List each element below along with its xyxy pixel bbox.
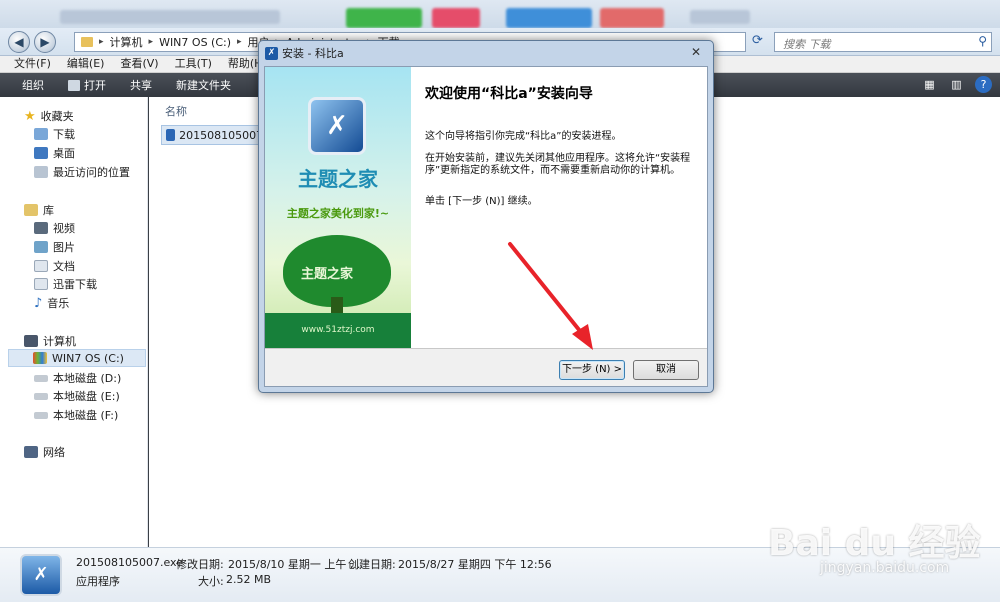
- menu-item-tools[interactable]: 工具(T): [175, 56, 212, 72]
- nav-label: 库: [43, 204, 54, 217]
- banner-slogan: 主题之家美化到家!~: [286, 207, 390, 220]
- details-created-label: 创建日期:: [348, 558, 396, 571]
- open-label: 打开: [84, 79, 106, 92]
- cancel-button[interactable]: 取消: [633, 360, 699, 380]
- organize-button[interactable]: 组织: [22, 77, 44, 93]
- preview-pane-icon[interactable]: ▥: [948, 76, 965, 93]
- new-folder-button[interactable]: 新建文件夹: [176, 77, 231, 93]
- details-size-value: 2.52 MB: [226, 573, 272, 586]
- recent-places-icon: [34, 166, 48, 178]
- breadcrumb-separator: ▸: [148, 37, 154, 47]
- details-size-label: 大小:: [198, 575, 224, 588]
- dialog-body: ✗ 主题之家 主题之家美化到家!~ 主题之家 www.51ztzj.com 欢迎…: [264, 66, 708, 387]
- wizard-paragraph: 这个向导将指引你完成“科比a”的安装进程。: [425, 131, 622, 142]
- hard-drive-icon: [34, 411, 48, 419]
- dialog-title-bar: ✗ 安装 - 科比a: [265, 44, 344, 62]
- forward-button[interactable]: ▶: [34, 31, 56, 53]
- menu-item-view[interactable]: 查看(V): [120, 56, 158, 72]
- breadcrumb-item[interactable]: 计算机: [110, 34, 143, 50]
- details-modified-value: 2015/8/10 星期一 上午 ...: [228, 558, 361, 571]
- thunder-download-icon: [34, 278, 48, 290]
- nav-label: 本地磁盘 (F:): [53, 409, 119, 422]
- nav-label: WIN7 OS (C:): [52, 351, 124, 365]
- network-icon: [24, 446, 38, 458]
- music-icon: ♪: [34, 295, 43, 311]
- windows-drive-icon: [33, 352, 47, 364]
- nav-label: 文档: [53, 260, 75, 273]
- wizard-content: 欢迎使用“科比a”安装向导 这个向导将指引你完成“科比a”的安装进程。 在开始安…: [411, 67, 707, 348]
- help-icon[interactable]: ?: [975, 76, 992, 93]
- star-icon: ★: [24, 108, 36, 124]
- search-placeholder: 搜索 下载: [783, 38, 831, 51]
- app-logo-icon: ✗: [308, 97, 366, 155]
- nav-label: 最近访问的位置: [53, 166, 130, 179]
- open-icon: [68, 79, 80, 91]
- dialog-divider: [265, 348, 707, 349]
- watermark-logo: Bai du 经验: [768, 523, 981, 564]
- picture-icon: [34, 241, 48, 253]
- toolbar-right: ▦ ▥ ?: [921, 76, 992, 93]
- search-input[interactable]: 搜索 下载 ⚲: [774, 32, 992, 52]
- wizard-paragraph: 在开始安装前，建议先关闭其他应用程序。这将允许“安装程序”更新指定的系统文件，而…: [425, 153, 691, 176]
- app-icon: ✗: [20, 554, 62, 596]
- details-file-name: 201508105007.exe: [76, 556, 183, 569]
- computer-icon: [24, 335, 38, 347]
- folder-icon: [81, 37, 93, 47]
- nav-drive-c[interactable]: WIN7 OS (C:): [8, 349, 146, 367]
- nav-label: 迅雷下载: [53, 278, 97, 291]
- breadcrumb-separator: ▸: [237, 37, 242, 47]
- file-name: 201508105007.exe: [179, 128, 260, 142]
- watermark-url: jingyan.baidu.com: [820, 560, 950, 576]
- close-icon[interactable]: ✕: [685, 44, 707, 60]
- tree-text: 主题之家: [301, 267, 354, 282]
- nav-label: 图片: [53, 241, 75, 254]
- nav-label: 收藏夹: [40, 110, 74, 123]
- nav-label: 网络: [43, 446, 65, 459]
- document-icon: [34, 260, 48, 272]
- open-button[interactable]: 打开: [68, 77, 106, 93]
- navigation-pane: ★ 收藏夹 下载 桌面 最近访问的位置 库 视频 图片 文档 迅雷下载 ♪ 音乐…: [0, 97, 148, 547]
- file-item[interactable]: 201508105007.exe: [161, 125, 261, 145]
- refresh-icon[interactable]: ⟳: [752, 33, 763, 48]
- hard-drive-icon: [34, 374, 48, 382]
- column-header-name[interactable]: 名称: [165, 103, 187, 119]
- nav-label: 本地磁盘 (E:): [53, 390, 120, 403]
- search-icon[interactable]: ⚲: [978, 34, 987, 48]
- nav-label: 视频: [53, 222, 75, 235]
- menu-item-file[interactable]: 文件(F): [14, 56, 51, 72]
- nav-label: 下载: [53, 128, 75, 141]
- exe-file-icon: [166, 129, 176, 141]
- nav-label: 音乐: [47, 297, 70, 310]
- breadcrumb-item[interactable]: WIN7 OS (C:): [159, 36, 231, 49]
- view-options-icon[interactable]: ▦: [921, 76, 938, 93]
- wizard-paragraph: 单击 [下一步 (N)] 继续。: [425, 196, 538, 207]
- library-icon: [24, 204, 38, 216]
- video-icon: [34, 222, 48, 234]
- hard-drive-icon: [34, 392, 48, 400]
- details-type: 应用程序: [76, 575, 120, 588]
- banner-brand: 主题之家: [298, 167, 378, 191]
- menu-item-edit[interactable]: 编辑(E): [67, 56, 105, 72]
- installer-app-icon: ✗: [265, 46, 278, 60]
- dialog-title: 安装 - 科比a: [282, 47, 344, 60]
- banner-url: www.51ztzj.com: [301, 325, 375, 335]
- details-modified-label: 修改日期:: [176, 558, 224, 571]
- downloads-folder-icon: [34, 128, 48, 140]
- installer-banner: ✗ 主题之家 主题之家美化到家!~ 主题之家 www.51ztzj.com: [265, 67, 411, 348]
- breadcrumb-separator: ▸: [99, 37, 104, 47]
- details-created-value: 2015/8/27 星期四 下午 12:56: [398, 558, 552, 571]
- next-button[interactable]: 下一步 (N) >: [559, 360, 625, 380]
- desktop-icon: [34, 147, 48, 159]
- installer-dialog: ✗ 安装 - 科比a ✕ ✗ 主题之家 主题之家美化到家!~ 主题之家 www.…: [258, 40, 714, 393]
- back-button[interactable]: ◀: [8, 31, 30, 53]
- nav-label: 桌面: [53, 147, 75, 160]
- nav-label: 计算机: [43, 335, 76, 348]
- nav-label: 本地磁盘 (D:): [53, 372, 122, 385]
- share-button[interactable]: 共享: [130, 77, 152, 93]
- wizard-heading: 欢迎使用“科比a”安装向导: [425, 86, 593, 102]
